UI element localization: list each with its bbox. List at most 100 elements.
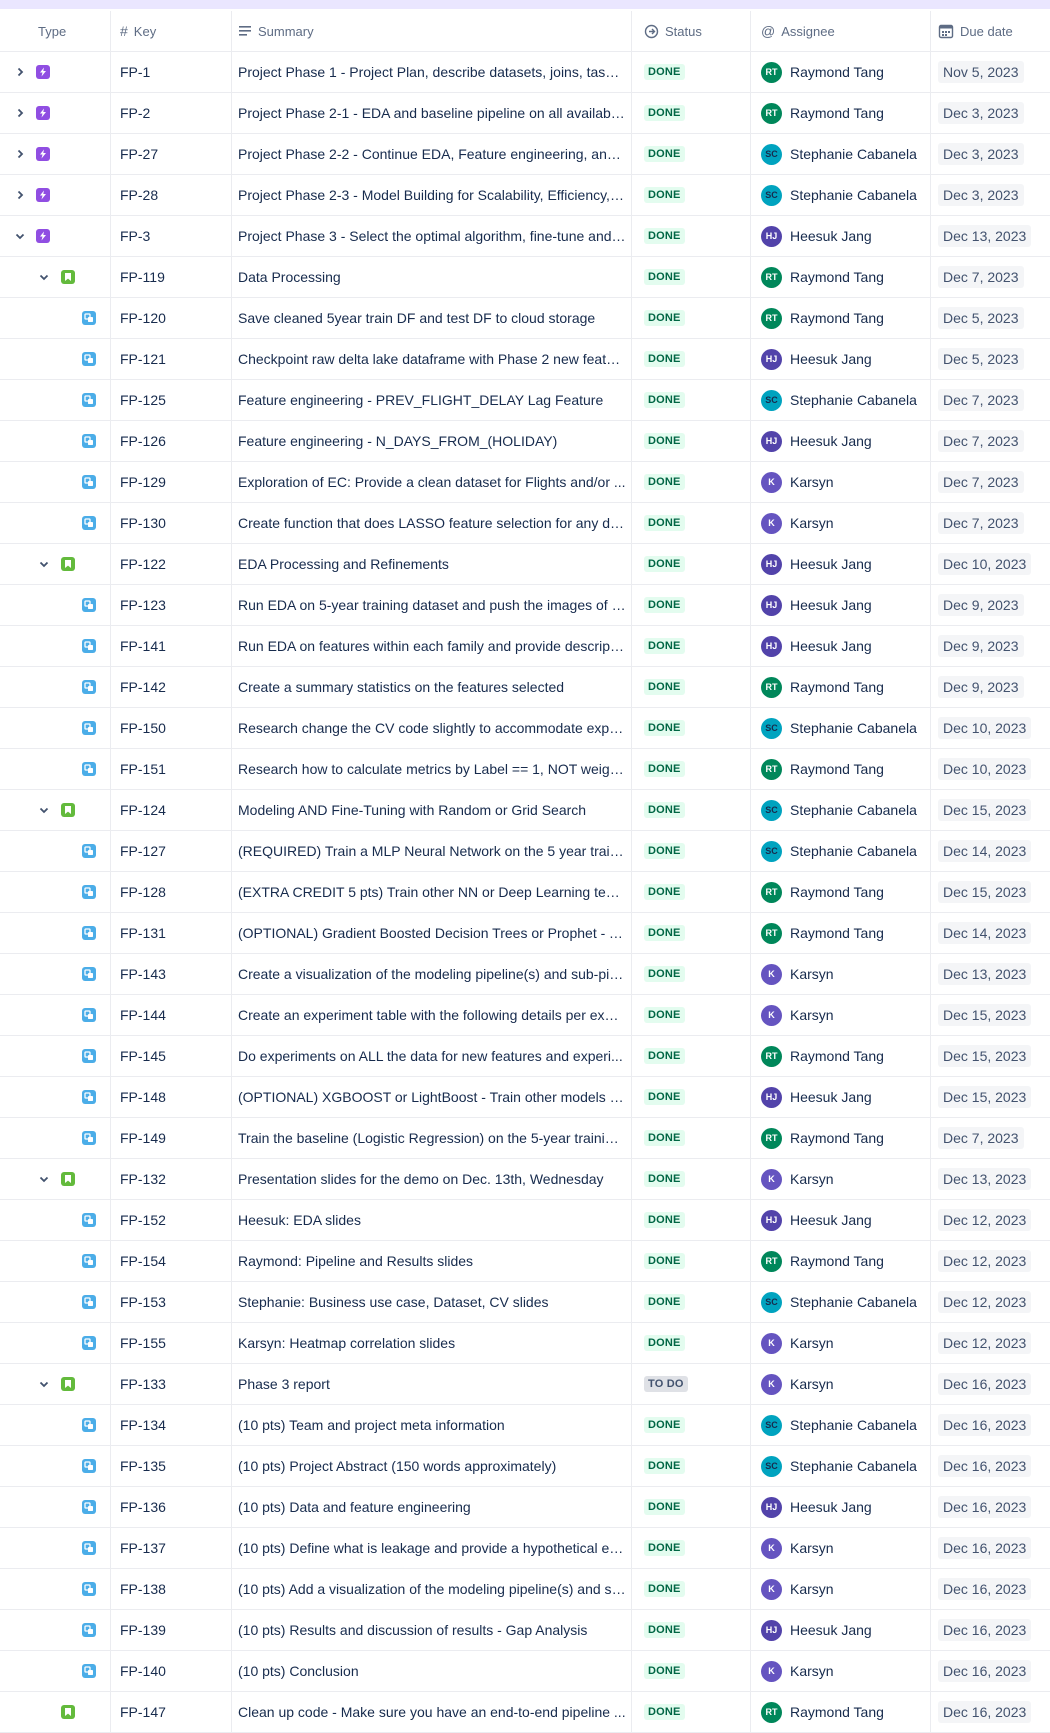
issue-assignee-cell[interactable]: RT Raymond Tang (751, 872, 931, 912)
table-row[interactable]: FP-141 Run EDA on features within each fa… (0, 626, 1050, 667)
issue-summary-cell[interactable]: (EXTRA CREDIT 5 pts) Train other NN or D… (232, 872, 632, 912)
issue-status-cell[interactable]: DONE (632, 872, 751, 912)
issue-summary-cell[interactable]: Do experiments on ALL the data for new f… (232, 1036, 632, 1076)
table-row[interactable]: FP-126 Feature engineering - N_DAYS_FROM_… (0, 421, 1050, 462)
issue-summary-cell[interactable]: Research change the CV code slightly to … (232, 708, 632, 748)
table-row[interactable]: FP-28 Project Phase 2-3 - Model Building … (0, 175, 1050, 216)
issue-summary-cell[interactable]: Feature engineering - N_DAYS_FROM_(HOLID… (232, 421, 632, 461)
issue-key-link[interactable]: FP-147 (120, 1704, 166, 1720)
table-row[interactable]: FP-150 Research change the CV code slight… (0, 708, 1050, 749)
issue-summary-cell[interactable]: Presentation slides for the demo on Dec.… (232, 1159, 632, 1199)
table-row[interactable]: FP-153 Stephanie: Business use case, Data… (0, 1282, 1050, 1323)
issue-summary-cell[interactable]: (10 pts) Define what is leakage and prov… (232, 1528, 632, 1568)
issue-summary-cell[interactable]: Create a summary statistics on the featu… (232, 667, 632, 707)
table-row[interactable]: FP-122 EDA Processing and Refinements DONE… (0, 544, 1050, 585)
issue-summary-cell[interactable]: Project Phase 2-2 - Continue EDA, Featur… (232, 134, 632, 174)
issue-key-link[interactable]: FP-126 (120, 433, 166, 449)
issue-assignee-cell[interactable]: HJ Heesuk Jang (751, 544, 931, 584)
issue-summary-cell[interactable]: Clean up code - Make sure you have an en… (232, 1692, 632, 1732)
issue-status-cell[interactable]: DONE (632, 667, 751, 707)
issue-status-cell[interactable]: DONE (632, 1651, 751, 1691)
chevron-right-icon[interactable] (13, 65, 27, 79)
issue-status-cell[interactable]: DONE (632, 1446, 751, 1486)
table-row[interactable]: FP-131 (OPTIONAL) Gradient Boosted Decisi… (0, 913, 1050, 954)
issue-status-cell[interactable]: TO DO (632, 1364, 751, 1404)
issue-due-date-cell[interactable]: Dec 16, 2023 (931, 1692, 1050, 1732)
issue-summary-cell[interactable]: Save cleaned 5year train DF and test DF … (232, 298, 632, 338)
issue-assignee-cell[interactable]: SC Stephanie Cabanela (751, 1446, 931, 1486)
issue-summary-cell[interactable]: (10 pts) Add a visualization of the mode… (232, 1569, 632, 1609)
issue-summary-cell[interactable]: Project Phase 3 - Select the optimal alg… (232, 216, 632, 256)
chevron-down-icon[interactable] (37, 557, 51, 571)
issue-due-date-cell[interactable]: Dec 12, 2023 (931, 1241, 1050, 1281)
issue-summary-cell[interactable]: (10 pts) Project Abstract (150 words app… (232, 1446, 632, 1486)
issue-assignee-cell[interactable]: SC Stephanie Cabanela (751, 831, 931, 871)
issue-status-cell[interactable]: DONE (632, 790, 751, 830)
issue-due-date-cell[interactable]: Dec 13, 2023 (931, 1159, 1050, 1199)
chevron-right-icon[interactable] (13, 188, 27, 202)
issue-status-cell[interactable]: DONE (632, 831, 751, 871)
issue-status-cell[interactable]: DONE (632, 52, 751, 92)
table-row[interactable]: FP-145 Do experiments on ALL the data for… (0, 1036, 1050, 1077)
issue-status-cell[interactable]: DONE (632, 1528, 751, 1568)
issue-summary-cell[interactable]: Create a visualization of the modeling p… (232, 954, 632, 994)
issue-summary-cell[interactable]: Feature engineering - PREV_FLIGHT_DELAY … (232, 380, 632, 420)
column-header-summary[interactable]: Summary (232, 11, 632, 51)
issue-due-date-cell[interactable]: Dec 5, 2023 (931, 339, 1050, 379)
issue-status-cell[interactable]: DONE (632, 1159, 751, 1199)
issue-key-link[interactable]: FP-131 (120, 925, 166, 941)
issue-assignee-cell[interactable]: SC Stephanie Cabanela (751, 380, 931, 420)
table-row[interactable]: FP-147 Clean up code - Make sure you have… (0, 1692, 1050, 1733)
issue-summary-cell[interactable]: (OPTIONAL) Gradient Boosted Decision Tre… (232, 913, 632, 953)
chevron-down-icon[interactable] (37, 270, 51, 284)
table-row[interactable]: FP-123 Run EDA on 5-year training dataset… (0, 585, 1050, 626)
table-row[interactable]: FP-3 Project Phase 3 - Select the optimal… (0, 216, 1050, 257)
table-row[interactable]: FP-140 (10 pts) Conclusion DONE K Karsyn Dec … (0, 1651, 1050, 1692)
column-header-key[interactable]: # Key (111, 11, 232, 51)
issue-summary-cell[interactable]: Create an experiment table with the foll… (232, 995, 632, 1035)
issue-key-link[interactable]: FP-145 (120, 1048, 166, 1064)
issue-status-cell[interactable]: DONE (632, 1487, 751, 1527)
issue-status-cell[interactable]: DONE (632, 1118, 751, 1158)
issue-status-cell[interactable]: DONE (632, 1241, 751, 1281)
issue-due-date-cell[interactable]: Dec 9, 2023 (931, 585, 1050, 625)
issue-key-link[interactable]: FP-124 (120, 802, 166, 818)
table-row[interactable]: FP-142 Create a summary statistics on the… (0, 667, 1050, 708)
issue-summary-cell[interactable]: Run EDA on features within each family a… (232, 626, 632, 666)
issue-assignee-cell[interactable]: SC Stephanie Cabanela (751, 1282, 931, 1322)
issue-status-cell[interactable]: DONE (632, 585, 751, 625)
issue-summary-cell[interactable]: Project Phase 2-1 - EDA and baseline pip… (232, 93, 632, 133)
issue-assignee-cell[interactable]: RT Raymond Tang (751, 1118, 931, 1158)
issue-assignee-cell[interactable]: K Karsyn (751, 503, 931, 543)
issue-summary-cell[interactable]: Raymond: Pipeline and Results slides (232, 1241, 632, 1281)
issue-key-link[interactable]: FP-144 (120, 1007, 166, 1023)
issue-summary-cell[interactable]: Project Phase 1 - Project Plan, describe… (232, 52, 632, 92)
issue-status-cell[interactable]: DONE (632, 216, 751, 256)
issue-assignee-cell[interactable]: RT Raymond Tang (751, 1692, 931, 1732)
column-header-due-date[interactable]: Due date (931, 11, 1050, 51)
issue-assignee-cell[interactable]: RT Raymond Tang (751, 298, 931, 338)
table-row[interactable]: FP-139 (10 pts) Results and discussion of… (0, 1610, 1050, 1651)
issue-assignee-cell[interactable]: K Karsyn (751, 1364, 931, 1404)
issue-key-link[interactable]: FP-150 (120, 720, 166, 736)
issue-due-date-cell[interactable]: Dec 13, 2023 (931, 216, 1050, 256)
issue-key-link[interactable]: FP-122 (120, 556, 166, 572)
issue-status-cell[interactable]: DONE (632, 1282, 751, 1322)
issue-status-cell[interactable]: DONE (632, 995, 751, 1035)
issue-status-cell[interactable]: DONE (632, 93, 751, 133)
issue-summary-cell[interactable]: Train the baseline (Logistic Regression)… (232, 1118, 632, 1158)
issue-status-cell[interactable]: DONE (632, 298, 751, 338)
issue-assignee-cell[interactable]: K Karsyn (751, 954, 931, 994)
issue-due-date-cell[interactable]: Dec 7, 2023 (931, 421, 1050, 461)
issue-due-date-cell[interactable]: Dec 16, 2023 (931, 1446, 1050, 1486)
issue-summary-cell[interactable]: Create function that does LASSO feature … (232, 503, 632, 543)
issue-key-link[interactable]: FP-136 (120, 1499, 166, 1515)
issue-summary-cell[interactable]: EDA Processing and Refinements (232, 544, 632, 584)
table-row[interactable]: FP-144 Create an experiment table with th… (0, 995, 1050, 1036)
table-row[interactable]: FP-120 Save cleaned 5year train DF and te… (0, 298, 1050, 339)
issue-status-cell[interactable]: DONE (632, 1323, 751, 1363)
issue-status-cell[interactable]: DONE (632, 503, 751, 543)
issue-due-date-cell[interactable]: Dec 7, 2023 (931, 462, 1050, 502)
issue-status-cell[interactable]: DONE (632, 749, 751, 789)
chevron-down-icon[interactable] (37, 803, 51, 817)
